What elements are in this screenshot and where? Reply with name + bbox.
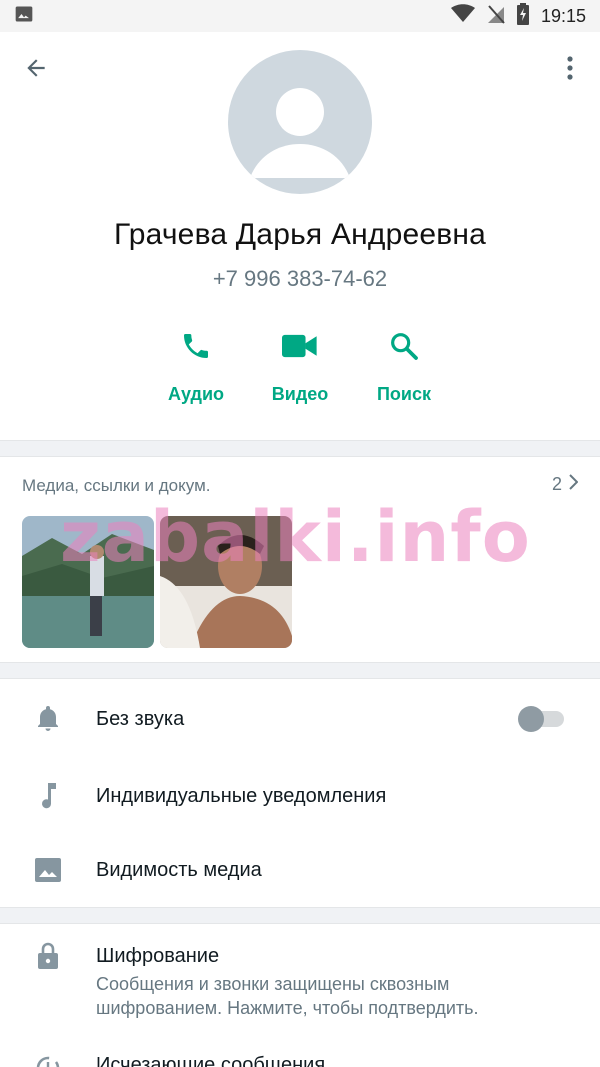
encryption-row[interactable]: Шифрование bbox=[0, 938, 600, 974]
timer-icon bbox=[34, 1054, 62, 1067]
media-visibility-row[interactable]: Видимость медиа bbox=[0, 841, 600, 899]
default-avatar-icon bbox=[250, 88, 350, 178]
section-divider bbox=[0, 440, 600, 457]
contact-phone: +7 996 383-74-62 bbox=[212, 266, 388, 291]
search-label: Поиск bbox=[376, 384, 432, 404]
mute-label: Без звука bbox=[96, 707, 185, 730]
music-note-icon bbox=[34, 782, 62, 810]
arrow-back-icon bbox=[23, 55, 49, 86]
section-divider bbox=[0, 662, 600, 679]
more-options-button[interactable] bbox=[552, 52, 588, 88]
status-time: 19:15 bbox=[540, 5, 586, 26]
bell-icon bbox=[34, 705, 62, 733]
disappearing-messages-row[interactable]: Исчезающие сообщения bbox=[0, 1046, 600, 1067]
image-icon bbox=[14, 4, 34, 29]
disappearing-messages-label: Исчезающие сообщения bbox=[96, 1054, 326, 1067]
search-icon bbox=[388, 330, 420, 367]
battery-charging-icon bbox=[516, 2, 529, 30]
encryption-description: Сообщения и звонки защищены сквозным шиф… bbox=[96, 974, 479, 1018]
status-bar: 19:15 bbox=[0, 0, 600, 32]
phone-icon bbox=[180, 330, 212, 367]
wifi-icon bbox=[450, 3, 475, 29]
video-call-label: Видео bbox=[271, 384, 329, 404]
mute-row[interactable]: Без звука bbox=[0, 690, 600, 748]
audio-call-label: Аудио bbox=[167, 384, 225, 404]
video-call-button[interactable]: Видео bbox=[245, 326, 355, 405]
search-button[interactable]: Поиск bbox=[349, 326, 459, 405]
mute-toggle-knob bbox=[518, 706, 544, 732]
media-section-title[interactable]: Медиа, ссылки и докум. bbox=[22, 476, 211, 496]
chevron-right-icon bbox=[568, 474, 579, 495]
media-visibility-label: Видимость медиа bbox=[96, 858, 262, 881]
audio-call-button[interactable]: Аудио bbox=[141, 326, 251, 405]
more-vert-icon bbox=[566, 55, 574, 86]
custom-notifications-label: Индивидуальные уведомления bbox=[96, 784, 387, 807]
media-count: 2 bbox=[551, 474, 562, 494]
videocam-icon bbox=[282, 332, 318, 365]
avatar[interactable] bbox=[228, 50, 372, 194]
encryption-label: Шифрование bbox=[96, 944, 220, 967]
contact-actions: Аудио Видео Поиск bbox=[0, 326, 600, 416]
signal-off-icon bbox=[487, 4, 505, 29]
contact-name: Грачева Дарья Андреевна bbox=[113, 218, 487, 251]
custom-notifications-row[interactable]: Индивидуальные уведомления bbox=[0, 767, 600, 825]
lock-icon bbox=[34, 942, 62, 970]
media-count-link[interactable]: 2 bbox=[551, 474, 579, 495]
image-icon bbox=[34, 856, 62, 884]
watermark: zabalki.info bbox=[60, 496, 531, 578]
section-divider bbox=[0, 907, 600, 924]
back-button[interactable] bbox=[18, 52, 54, 88]
mute-toggle[interactable] bbox=[518, 706, 564, 732]
